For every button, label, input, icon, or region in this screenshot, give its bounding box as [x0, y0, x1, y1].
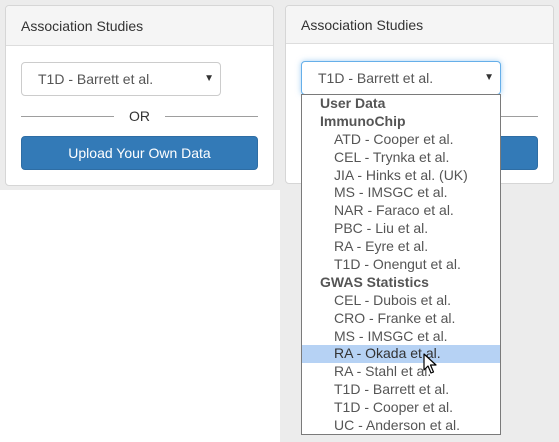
select-value: T1D - Barrett et al. [318, 70, 434, 86]
upload-data-button[interactable]: Upload Your Own Data [21, 136, 258, 170]
dropdown-option[interactable]: NAR - Faraco et al. [302, 202, 500, 220]
dropdown-option-highlighted[interactable]: RA - Okada et al. [302, 345, 500, 364]
content-area [0, 190, 280, 442]
dropdown-option[interactable]: T1D - Onengut et al. [302, 256, 500, 274]
study-select[interactable]: T1D - Barrett et al. ▼ [21, 62, 221, 96]
optgroup-immunochip: ImmunoChip [320, 112, 406, 129]
panel-title: Association Studies [6, 6, 273, 46]
dropdown-option[interactable]: PBC - Liu et al. [302, 220, 500, 238]
dropdown-option[interactable]: JIA - Hinks et al. (UK) [302, 167, 500, 185]
divider-left [21, 116, 114, 117]
dropdown-option[interactable]: RA - Eyre et al. [302, 238, 500, 256]
optgroup-gwas-statistics: GWAS Statistics [320, 273, 429, 290]
dropdown-option[interactable]: MS - IMSGC et al. [302, 184, 500, 202]
dropdown-option[interactable]: UC - Anderson et al. [302, 417, 500, 434]
caret-down-icon: ▼ [484, 72, 494, 83]
dropdown-option[interactable]: T1D - Barrett et al. [302, 381, 500, 399]
dropdown-option[interactable]: ATD - Cooper et al. [302, 131, 500, 149]
upload-data-button-partial[interactable] [498, 136, 538, 170]
mouse-pointer-icon [423, 353, 437, 374]
dropdown-option[interactable]: RA - Stahl et al. [302, 363, 500, 381]
dropdown-option[interactable]: CRO - Franke et al. [302, 310, 500, 328]
caret-down-icon: ▼ [204, 73, 214, 84]
divider-right [165, 116, 258, 117]
study-dropdown-list[interactable]: User Data ImmunoChip ATD - Cooper et al.… [301, 94, 501, 435]
dropdown-option[interactable]: CEL - Trynka et al. [302, 149, 500, 167]
or-label: OR [129, 108, 150, 124]
select-value: T1D - Barrett et al. [38, 71, 154, 87]
dropdown-option[interactable]: CEL - Dubois et al. [302, 292, 500, 310]
divider-right-partial [500, 116, 538, 117]
panel-title: Association Studies [286, 6, 553, 44]
optgroup-user-data: User Data [320, 95, 386, 111]
study-select-open[interactable]: T1D - Barrett et al. ▼ [301, 61, 501, 95]
dropdown-option[interactable]: MS - IMSGC et al. [302, 328, 500, 346]
dropdown-option[interactable]: T1D - Cooper et al. [302, 399, 500, 417]
